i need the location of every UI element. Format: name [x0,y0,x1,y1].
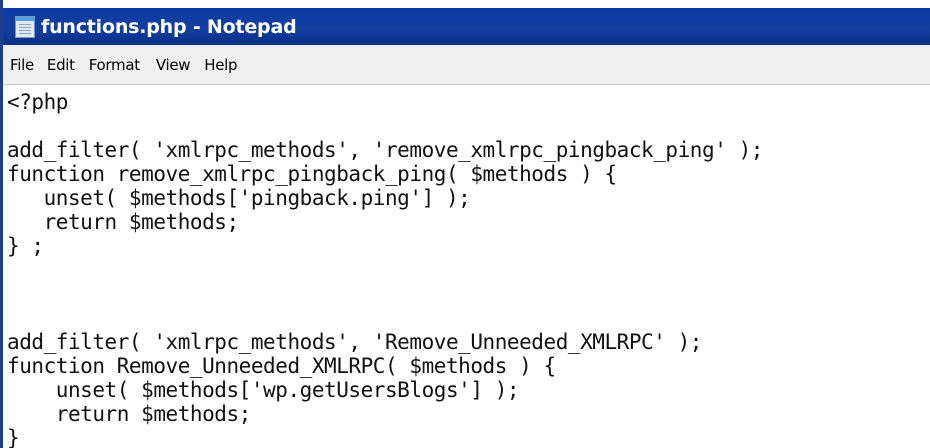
menu-edit[interactable]: Edit [42,56,80,74]
title-bar[interactable]: functions.php - Notepad [3,8,930,45]
notepad-icon[interactable] [15,15,35,38]
menu-format[interactable]: Format [84,56,145,74]
editor-line: return $methods; [7,402,252,426]
editor-line: add_filter( 'xmlrpc_methods', 'remove_xm… [7,138,763,162]
editor-line: <?php [7,90,68,114]
editor-line: } [7,426,20,448]
editor-line: function Remove_Unneeded_XMLRPC( $method… [7,354,556,378]
menu-bar: File Edit Format View Help [3,45,930,85]
editor-line: } ; [7,234,44,258]
menu-file[interactable]: File [5,56,39,74]
text-editor-area[interactable]: <?php add_filter( 'xmlrpc_methods', 'rem… [3,86,930,448]
editor-line: return $methods; [7,210,240,234]
menu-help[interactable]: Help [199,56,242,74]
notepad-window: functions.php - Notepad File Edit Format… [0,0,930,448]
editor-line: unset( $methods['wp.getUsersBlogs'] ); [7,378,520,402]
window-title: functions.php - Notepad [41,15,297,38]
menu-view[interactable]: View [151,56,195,74]
editor-line: add_filter( 'xmlrpc_methods', 'Remove_Un… [7,330,703,354]
editor-line: unset( $methods['pingback.ping'] ); [7,186,471,210]
editor-line: function remove_xmlrpc_pingback_ping( $m… [7,162,617,186]
